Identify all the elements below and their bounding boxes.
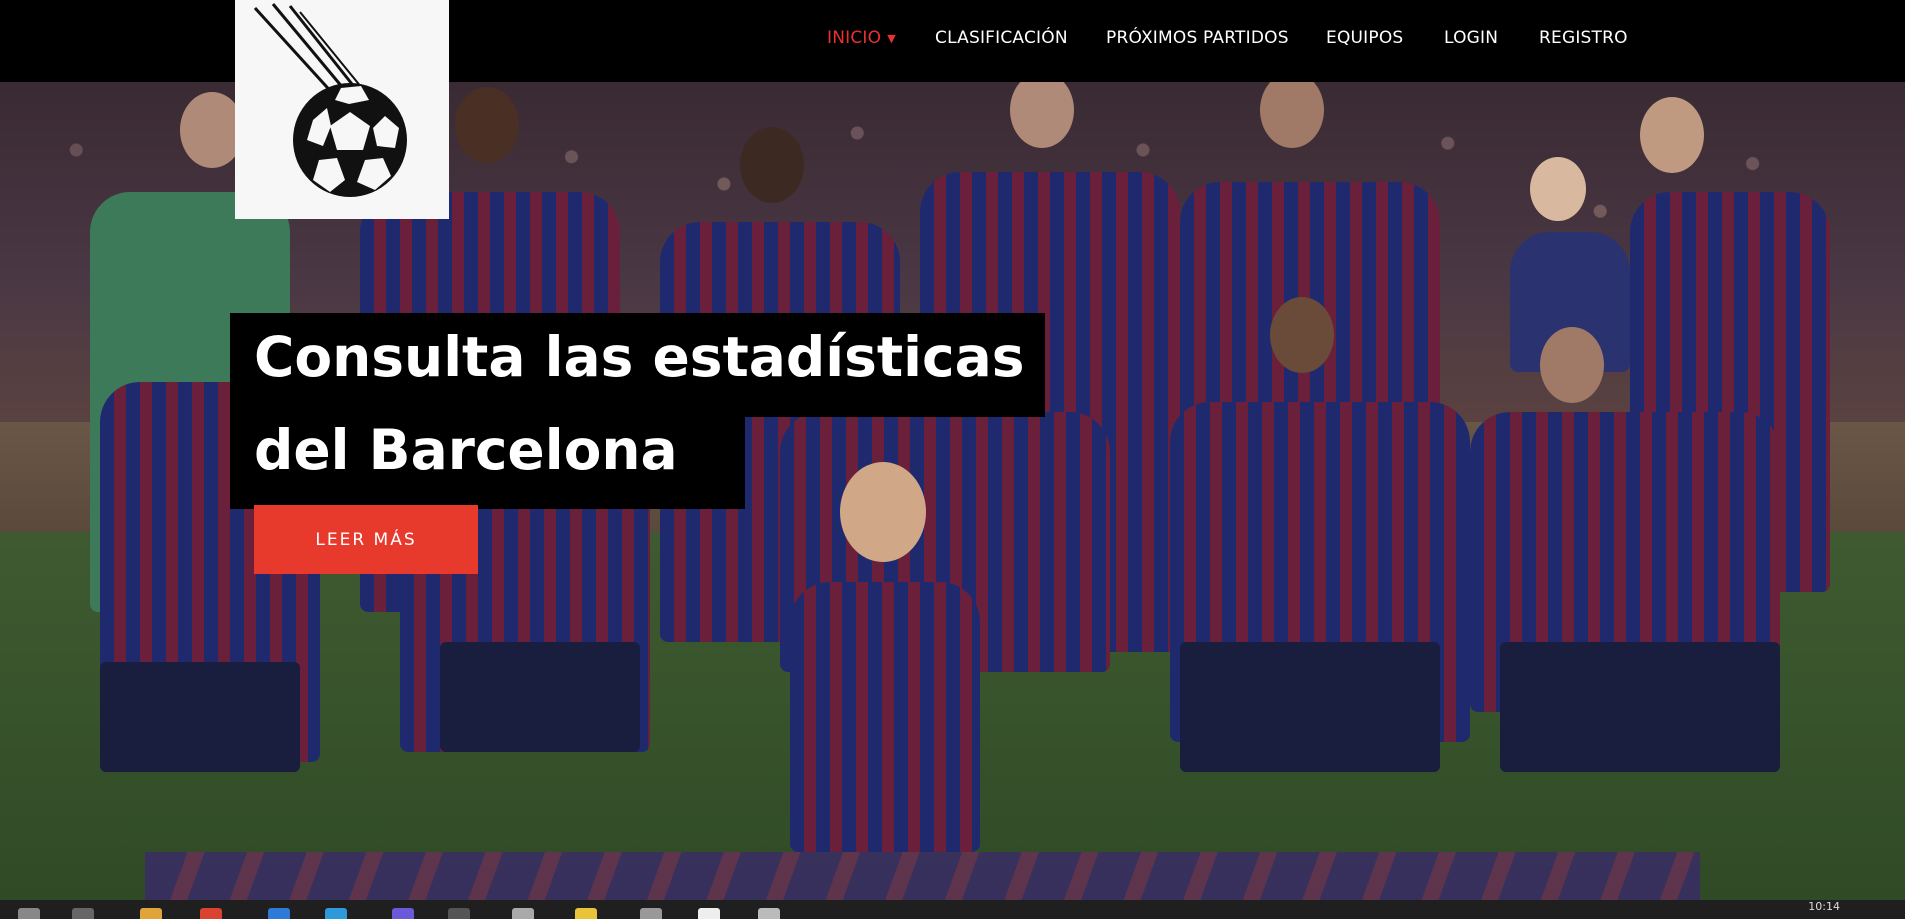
nav-item-login[interactable]: LOGIN <box>1444 28 1498 48</box>
folder-icon[interactable] <box>575 908 597 919</box>
player-shorts <box>100 662 300 772</box>
child-head <box>1530 157 1586 221</box>
nav-item-label: REGISTRO <box>1539 28 1628 48</box>
nav-item-clasificacion[interactable]: CLASIFICACIÓN <box>935 28 1068 48</box>
edge-icon[interactable] <box>325 908 347 919</box>
vscode-icon[interactable] <box>758 908 780 919</box>
windows-taskbar: 10:14 <box>0 900 1905 919</box>
nav-item-inicio[interactable]: INICIO ▼ <box>827 28 896 48</box>
player-shorts <box>1180 642 1440 772</box>
start-icon[interactable] <box>18 908 40 919</box>
child-head <box>840 462 926 562</box>
child-figure <box>790 582 980 852</box>
terminal-icon[interactable] <box>448 908 470 919</box>
site-logo[interactable] <box>235 0 449 219</box>
nav-item-label: PRÓXIMOS PARTIDOS <box>1106 28 1289 48</box>
nav-item-equipos[interactable]: EQUIPOS <box>1326 28 1403 48</box>
settings-icon[interactable] <box>640 908 662 919</box>
hero-headline-line1: Consulta las estadísticas <box>254 325 1025 389</box>
player-shorts <box>1500 642 1780 772</box>
nav-item-label: CLASIFICACIÓN <box>935 28 1068 48</box>
nav-item-label: LOGIN <box>1444 28 1499 48</box>
file-explorer-icon[interactable] <box>140 908 162 919</box>
search-icon[interactable] <box>72 908 94 919</box>
teams-icon[interactable] <box>392 908 414 919</box>
bottom-banner <box>145 852 1700 900</box>
soccer-ball-icon <box>253 3 407 197</box>
player-shorts <box>440 642 640 752</box>
github-icon[interactable] <box>698 908 720 919</box>
leer-mas-button[interactable]: LEER MÁS <box>254 505 478 574</box>
notepad-icon[interactable] <box>512 908 534 919</box>
store-icon[interactable] <box>268 908 290 919</box>
player-head <box>455 87 519 163</box>
nav-item-label: INICIO <box>827 28 882 48</box>
player-head <box>1270 297 1334 373</box>
page: INICIO ▼ CLASIFICACIÓN PRÓXIMOS PARTIDOS … <box>0 0 1905 919</box>
taskbar-clock[interactable]: 10:14 <box>1808 900 1840 913</box>
hero-headline-line2: del Barcelona <box>254 418 678 482</box>
player-head <box>740 127 804 203</box>
chrome-icon[interactable] <box>200 908 222 919</box>
player-head <box>1540 327 1604 403</box>
nav-item-label: EQUIPOS <box>1326 28 1404 48</box>
chevron-down-icon: ▼ <box>887 32 896 45</box>
nav-item-registro[interactable]: REGISTRO <box>1539 28 1628 48</box>
nav-item-proximos-partidos[interactable]: PRÓXIMOS PARTIDOS <box>1106 28 1289 48</box>
player-head <box>1640 97 1704 173</box>
